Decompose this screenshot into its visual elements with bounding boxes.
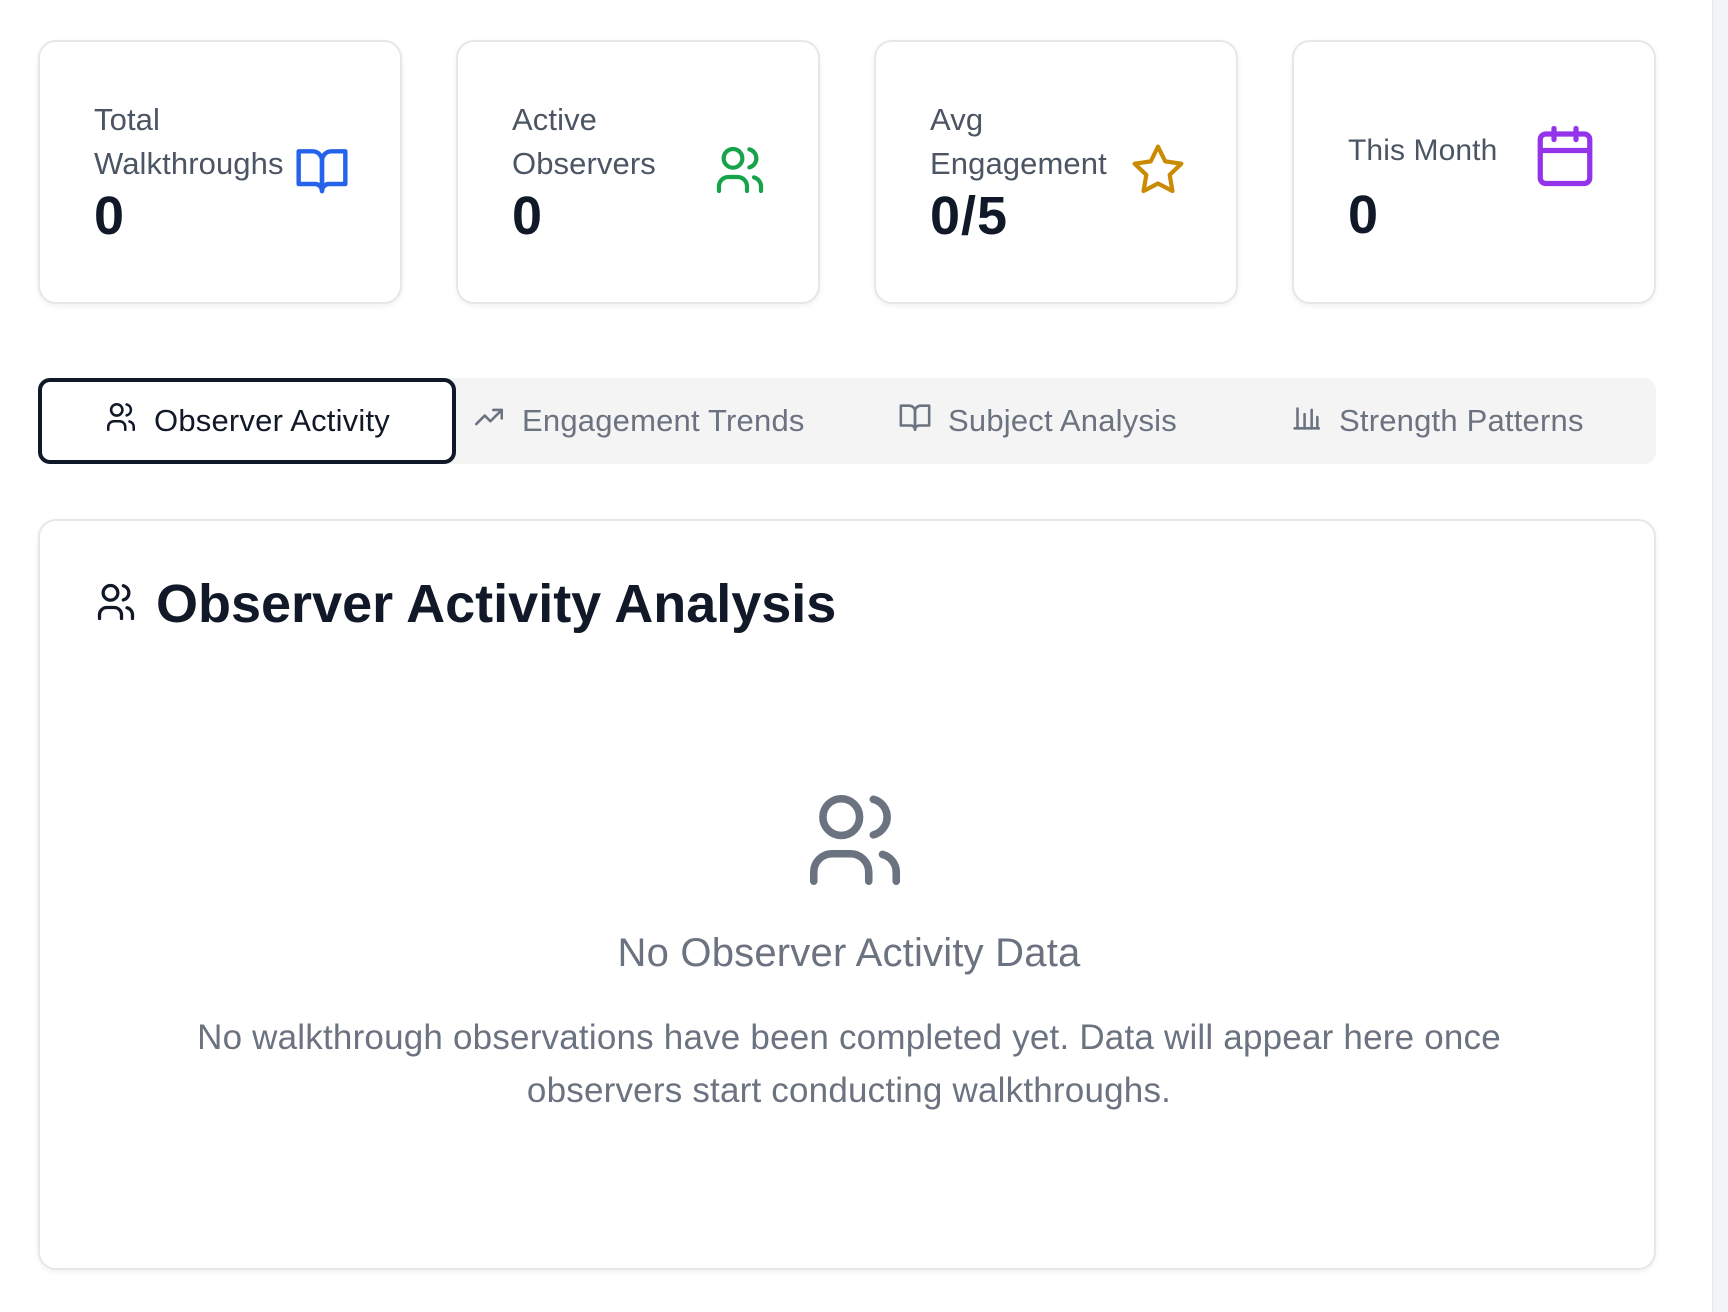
tab-observer-activity[interactable]: Observer Activity <box>38 378 456 464</box>
tab-label: Strength Patterns <box>1339 403 1584 438</box>
book-open-icon <box>898 400 932 442</box>
stat-value: 0/5 <box>930 186 1009 246</box>
tab-strength-patterns[interactable]: Strength Patterns <box>1289 378 1629 464</box>
panel-title: Observer Activity Analysis <box>156 574 837 634</box>
tab-label: Subject Analysis <box>948 403 1177 438</box>
tab-engagement-trends[interactable]: Engagement Trends <box>472 378 860 464</box>
analytics-tabs: Observer Activity Engagement Trends Subj… <box>38 378 1656 464</box>
tab-label: Engagement Trends <box>522 403 805 438</box>
panel-header: Observer Activity Analysis <box>94 573 836 635</box>
tab-label: Observer Activity <box>154 403 390 438</box>
stat-label: Total Walkthroughs <box>94 102 284 181</box>
vertical-scrollbar[interactable] <box>1712 0 1728 1312</box>
stat-card-this-month: This Month 0 <box>1292 40 1656 304</box>
calendar-icon <box>1532 120 1598 192</box>
empty-state-description: No walkthrough observations have been co… <box>197 1018 1501 1110</box>
users-icon <box>104 400 138 442</box>
bar-chart-icon <box>1289 400 1323 442</box>
stat-label: Active Observers <box>512 102 656 181</box>
stat-card-avg-engagement: Avg Engagement 0/5 <box>874 40 1238 304</box>
users-icon <box>800 785 910 895</box>
stat-value: 0 <box>94 186 126 246</box>
trending-up-icon <box>472 400 506 442</box>
tab-subject-analysis[interactable]: Subject Analysis <box>898 378 1238 464</box>
stat-label: Avg Engagement <box>930 102 1107 181</box>
empty-state-title: No Observer Activity Data <box>617 931 1081 975</box>
book-open-icon <box>294 142 350 198</box>
users-icon <box>94 580 138 629</box>
stat-value: 0 <box>512 186 544 246</box>
star-icon <box>1130 142 1186 198</box>
stat-card-active-observers: Active Observers 0 <box>456 40 820 304</box>
stats-row: Total Walkthroughs 0 Active Observers 0 <box>38 40 1656 306</box>
stat-card-total-walkthroughs: Total Walkthroughs 0 <box>38 40 402 304</box>
stat-value: 0 <box>1348 185 1380 245</box>
observer-activity-panel: Observer Activity Analysis No Observer A… <box>38 519 1656 1270</box>
analytics-page: Total Walkthroughs 0 Active Observers 0 <box>0 0 1728 1312</box>
users-icon <box>712 142 768 198</box>
